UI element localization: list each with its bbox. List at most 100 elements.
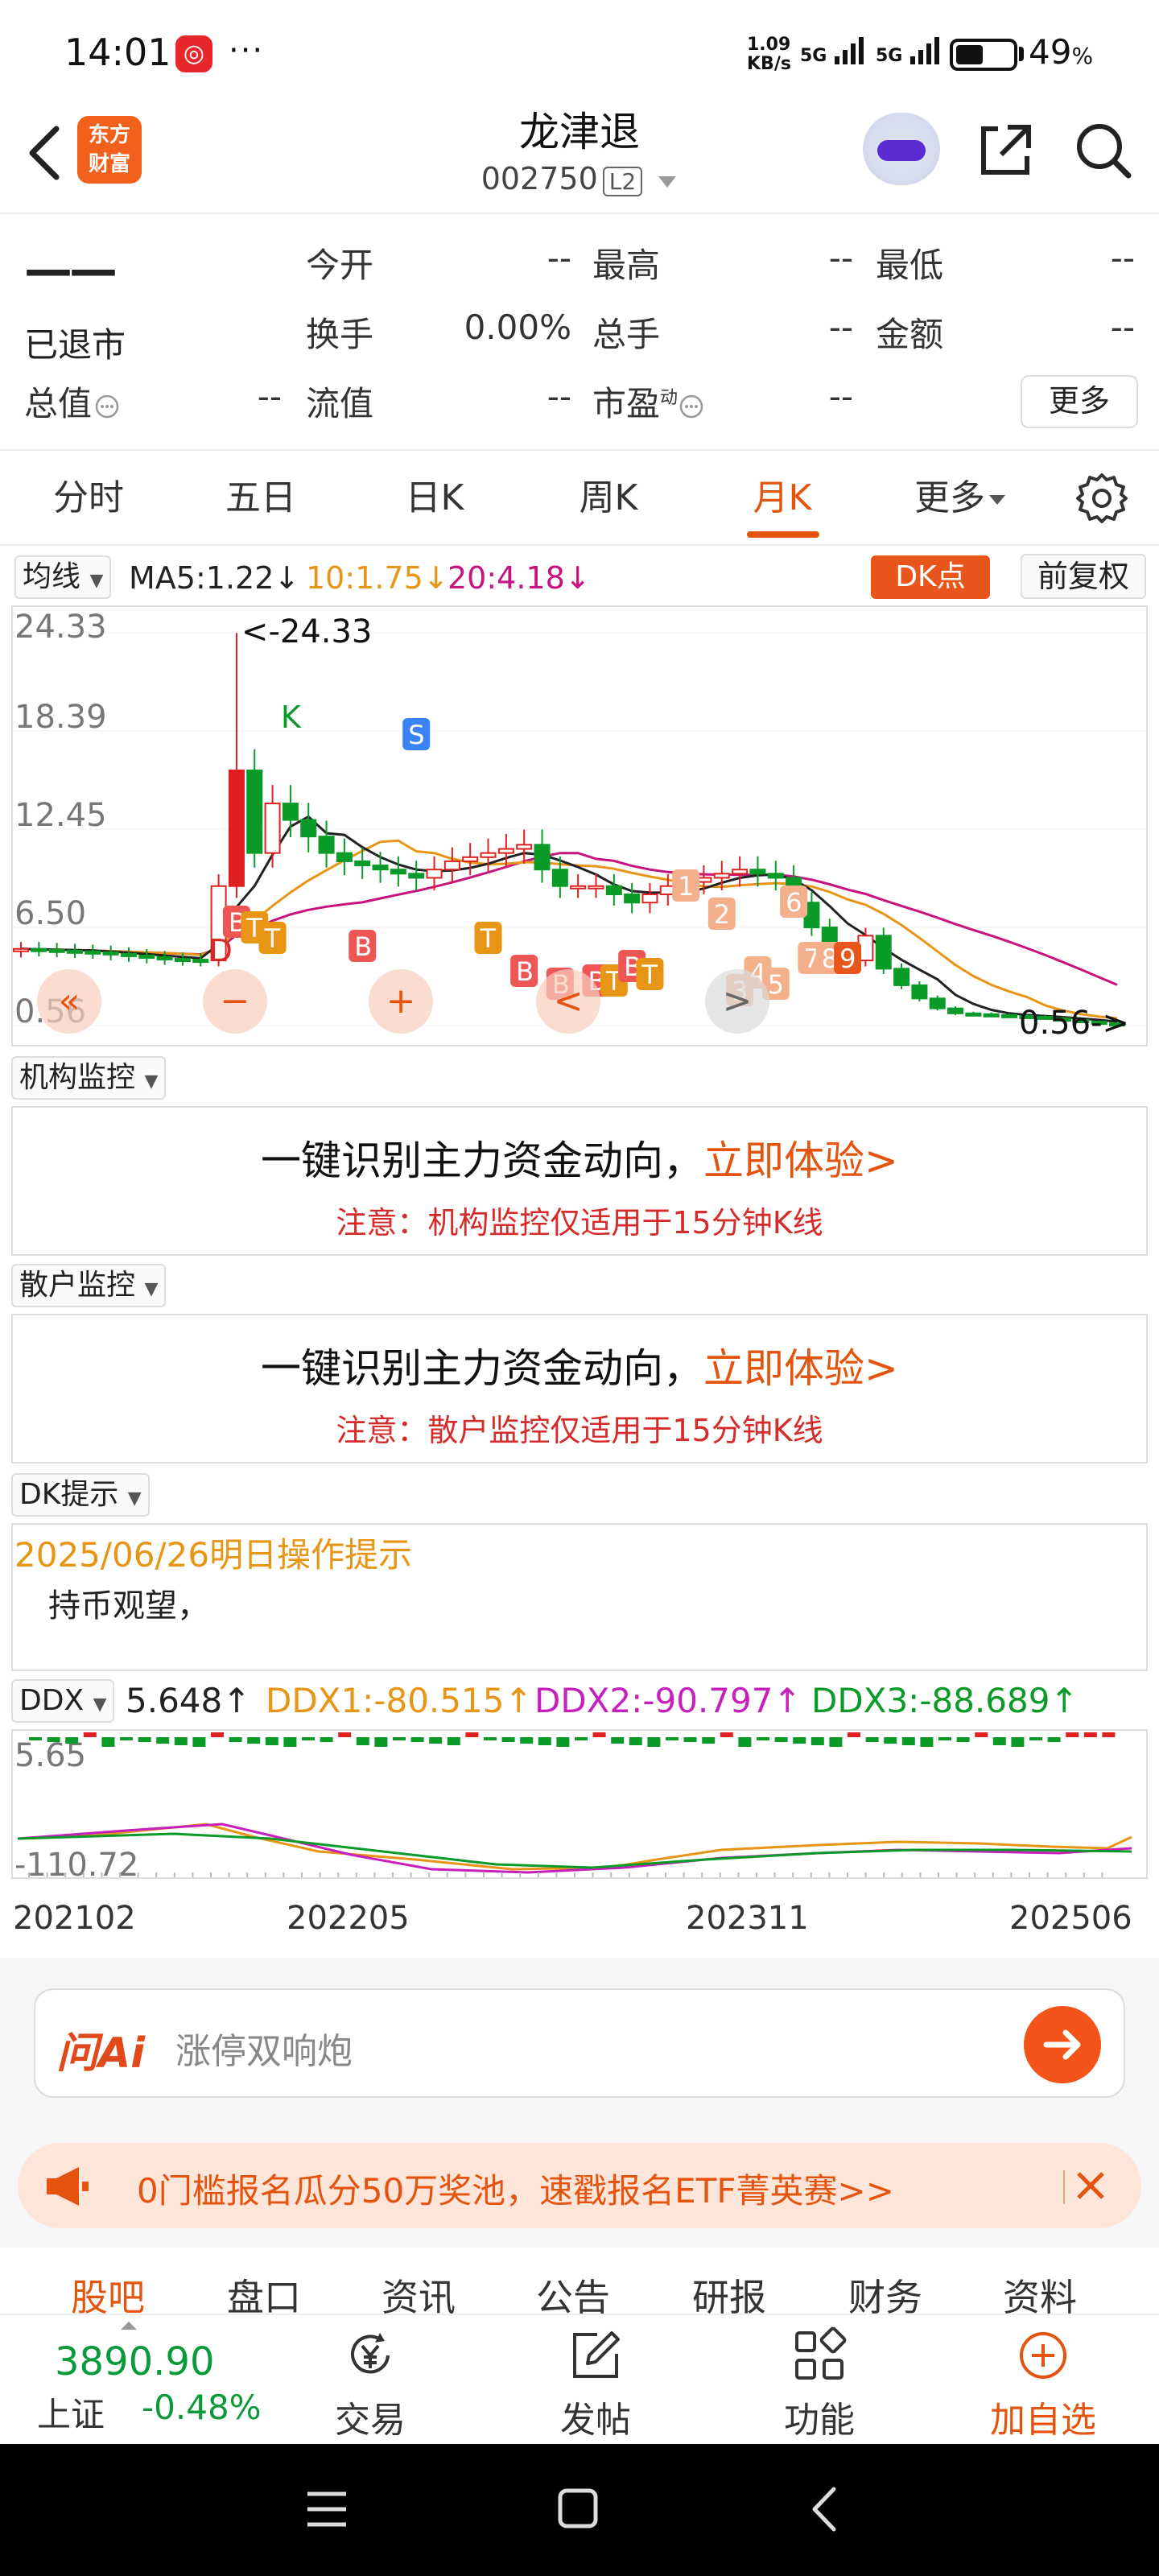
ddx-bar	[156, 1737, 170, 1744]
nav-trade-label: 交易	[335, 2400, 406, 2441]
gear-icon[interactable]	[1074, 470, 1130, 526]
signal-marker-D: D	[209, 933, 233, 968]
chart-control-glyph: +	[386, 980, 416, 1022]
more-info-icon	[95, 394, 119, 418]
pe-label[interactable]: 市盈动	[592, 377, 705, 426]
ai-assistant-robot-icon[interactable]	[863, 113, 940, 185]
institution-try-now-link[interactable]: 立即体验>	[703, 1137, 898, 1184]
signal-marker-K: K	[281, 700, 302, 735]
ma5-value: MA5:1.22↓	[129, 560, 300, 596]
institution-panel-title: 一键识别主力资金动向，立即体验>	[13, 1129, 1146, 1187]
volume-value: --	[828, 308, 853, 347]
indicator-selector-label: 均线	[23, 560, 81, 593]
search-icon[interactable]	[1072, 119, 1133, 180]
tab-five-day[interactable]: 五日	[212, 469, 309, 520]
candle-body	[228, 770, 245, 887]
candle-body	[983, 1013, 1000, 1018]
tab-more-label: 更多	[914, 477, 985, 518]
signal-marker-5: 5	[768, 969, 784, 1000]
index-change: -0.48%	[142, 2388, 262, 2427]
candle-body	[641, 893, 658, 904]
candle-body	[767, 873, 784, 879]
pe-dynamic-mark: 动	[660, 388, 678, 408]
low-value: --	[1110, 238, 1135, 278]
chart-control-button[interactable]: >	[705, 969, 769, 1034]
collapse-caret-icon[interactable]	[119, 2320, 138, 2331]
adjust-selector[interactable]: 前复权	[1021, 554, 1146, 599]
candle-body	[48, 948, 65, 953]
chart-control-button[interactable]: +	[369, 969, 433, 1034]
ddx-bar	[757, 1737, 769, 1740]
candle-body	[497, 848, 514, 854]
share-icon[interactable]	[974, 119, 1035, 180]
candle-body	[965, 1012, 982, 1017]
ddx-bar	[410, 1737, 424, 1742]
tab-intraday[interactable]: 分时	[40, 469, 137, 520]
index-value[interactable]: 3890.90	[55, 2339, 215, 2384]
app-notification-icon: ◎	[175, 35, 212, 72]
back-icon[interactable]	[808, 2486, 840, 2533]
turnover-label: 换手	[306, 315, 374, 354]
nav-add-watchlist[interactable]: 加自选	[963, 2325, 1124, 2442]
ddx-bar	[393, 1737, 406, 1740]
dk-tip-selector-label: DK提示	[19, 1478, 119, 1511]
retail-title-text: 一键识别主力资金动向，	[261, 1345, 704, 1392]
more-quote-button[interactable]: 更多	[1021, 375, 1138, 428]
high-value: --	[828, 238, 853, 278]
robot-visor	[877, 140, 926, 161]
market-cap-label[interactable]: 总值	[24, 377, 121, 426]
ddx-bar	[465, 1732, 479, 1737]
ai-submit-arrow-icon[interactable]	[1024, 2006, 1101, 2083]
dk-point-button[interactable]: DK点	[871, 555, 990, 599]
candle-body	[875, 935, 892, 970]
turnover-value: 0.00%	[464, 308, 571, 347]
candle-body	[300, 819, 317, 838]
chart-control-button[interactable]: −	[203, 969, 267, 1034]
ai-search-input[interactable]: 涨停双响炮	[175, 2022, 353, 2074]
retail-note: 注意：散户监控仅适用于15分钟K线	[336, 1413, 823, 1448]
tab-daily-k[interactable]: 日K	[386, 469, 483, 520]
candle-body	[732, 869, 749, 875]
chart-control-button[interactable]: «	[37, 969, 101, 1034]
nav-functions[interactable]: 功能	[739, 2325, 900, 2442]
candle-body	[156, 956, 173, 961]
candle-body	[893, 968, 910, 986]
kline-chart[interactable]: 24.3318.3912.456.500.56<-24.330.56->DBTT…	[11, 605, 1148, 1046]
ddx-bar	[520, 1737, 534, 1744]
delisted-status: 已退市	[24, 325, 126, 365]
ddx-chart[interactable]: 5.65 -110.72	[11, 1729, 1148, 1884]
institution-monitor-selector[interactable]: 机构监控 ▼	[11, 1056, 167, 1100]
promo-text[interactable]: 0门槛报名瓜分50万奖池，速戳报名ETF菁英赛>>	[137, 2164, 894, 2213]
close-icon[interactable]	[1061, 2159, 1117, 2215]
tabs-divider	[0, 544, 1159, 546]
dk-tip-selector[interactable]: DK提示 ▼	[11, 1473, 150, 1517]
candle-body	[102, 951, 119, 956]
candle-body	[929, 997, 946, 1009]
ddx-selector[interactable]: DDX ▼	[11, 1679, 115, 1723]
indicator-selector[interactable]: 均线 ▼	[14, 555, 112, 599]
ddx-bar	[501, 1737, 515, 1742]
ddx-selector-label: DDX	[19, 1684, 85, 1717]
battery-percent: 49%	[1029, 32, 1093, 72]
tab-weekly-k[interactable]: 周K	[560, 469, 657, 520]
candle-body	[911, 984, 928, 1000]
dropdown-caret-icon	[658, 176, 677, 188]
tab-more[interactable]: 更多	[900, 469, 1021, 520]
retail-try-now-link[interactable]: 立即体验>	[703, 1345, 898, 1392]
recent-apps-icon[interactable]	[306, 2489, 348, 2529]
ddx-bar	[1102, 1732, 1116, 1737]
nav-functions-label: 功能	[784, 2400, 855, 2441]
chart-control-glyph: −	[221, 980, 250, 1022]
tab-monthly-k[interactable]: 月K	[734, 469, 831, 520]
retail-monitor-selector[interactable]: 散户监控 ▼	[11, 1264, 167, 1307]
chart-control-button[interactable]: <	[536, 969, 600, 1034]
ddx-bar	[229, 1737, 242, 1742]
y-tick-label: 18.39	[14, 699, 107, 736]
nav-trade[interactable]: 交易	[290, 2325, 451, 2442]
candle-body	[713, 873, 730, 879]
nav-post[interactable]: 发帖	[515, 2325, 676, 2442]
ddx-bar	[975, 1732, 988, 1737]
home-icon[interactable]	[557, 2487, 599, 2529]
ddx-bar	[666, 1737, 678, 1740]
battery-icon	[950, 39, 1017, 71]
